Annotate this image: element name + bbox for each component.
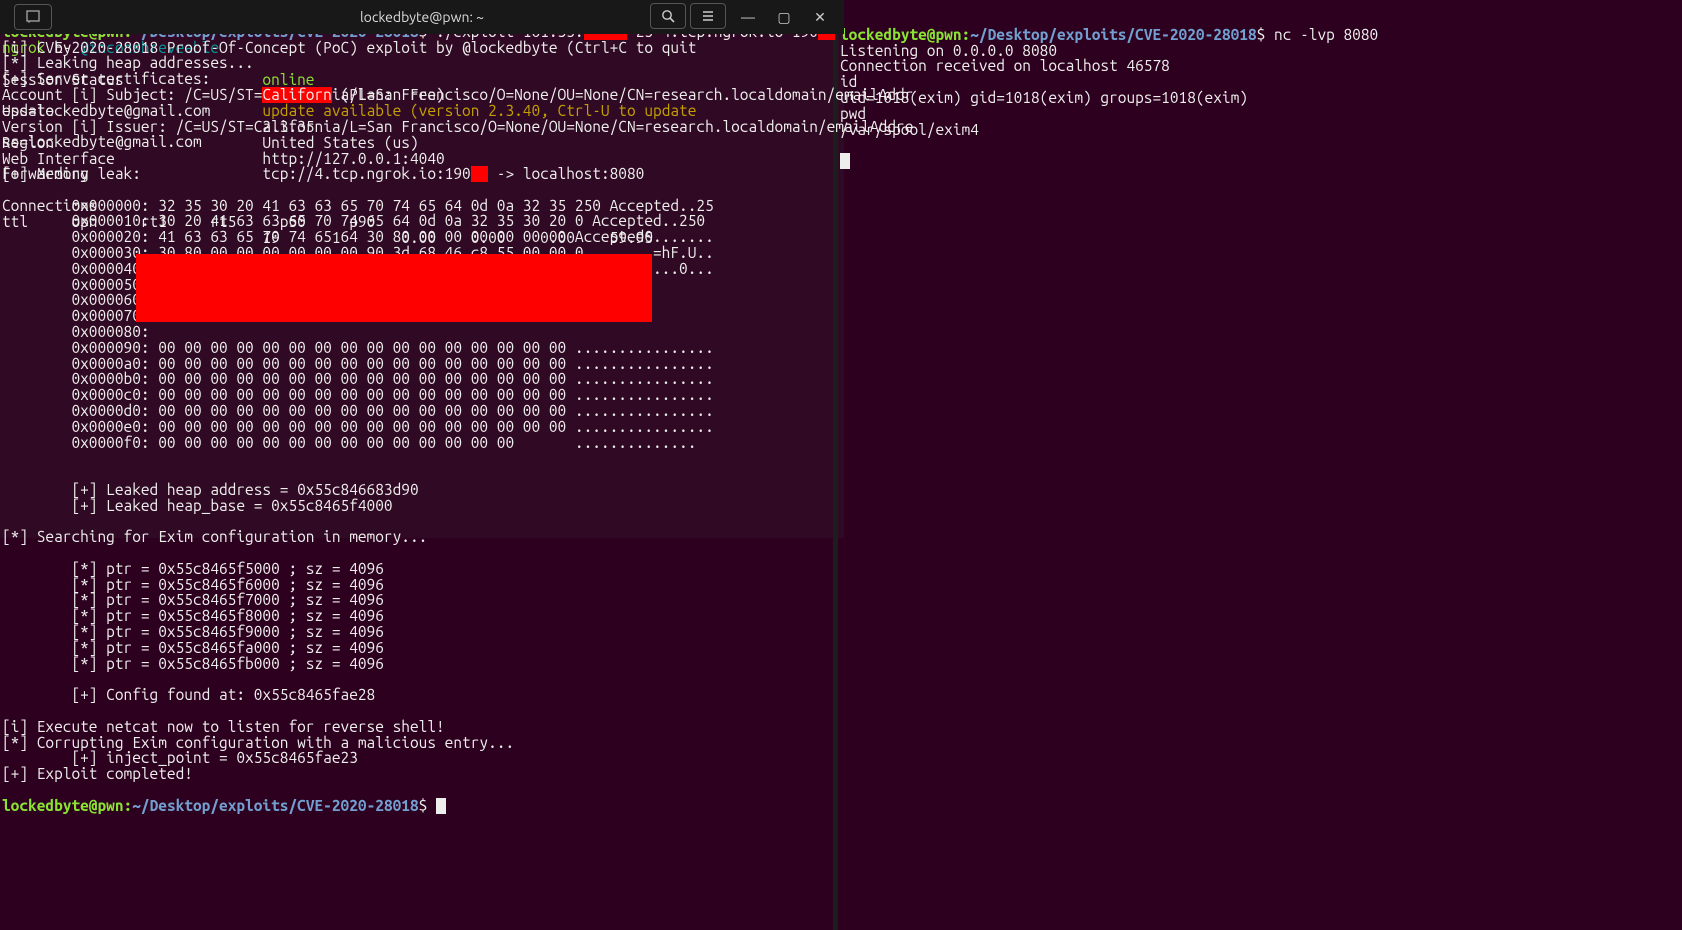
prompt-user: lockedbyte@pwn	[840, 26, 962, 43]
prompt-user: lockedbyte@pwn	[2, 797, 124, 814]
prompt-path: ~/Desktop/exploits/CVE-2020-28018	[970, 26, 1256, 43]
exploit-output-2: [+] Leaked heap address = 0x55c846683d90…	[2, 466, 831, 782]
command-text: nc -lvp 8080	[1274, 26, 1378, 43]
maximize-button[interactable]: ▢	[766, 3, 802, 31]
cursor	[840, 153, 850, 169]
memory-hexdump: 0x000000: 32 35 30 20 41 63 63 65 70 74 …	[2, 198, 831, 451]
minimize-button[interactable]: —	[730, 3, 766, 31]
hamburger-icon[interactable]	[690, 3, 726, 29]
window-titlebar[interactable]: lockedbyte@pwn: ~ — ▢ ✕	[0, 0, 844, 34]
exploit-output: [i] CVE-2020-28018 Proof-Of-Concept (PoC…	[2, 40, 831, 182]
terminal-left[interactable]: lockedbyte@pwn:~/Desktop/exploits/CVE-20…	[0, 0, 833, 930]
cursor	[436, 798, 446, 814]
redacted-memory-block	[136, 254, 652, 322]
search-icon[interactable]	[650, 3, 686, 29]
netcat-output: Listening on 0.0.0.0 8080 Connection rec…	[840, 43, 1680, 138]
close-button[interactable]: ✕	[802, 3, 838, 31]
terminal-netcat[interactable]: lockedbyte@pwn:~/Desktop/exploits/CVE-20…	[838, 0, 1682, 392]
prompt-path: ~/Desktop/exploits/CVE-2020-28018	[132, 797, 418, 814]
